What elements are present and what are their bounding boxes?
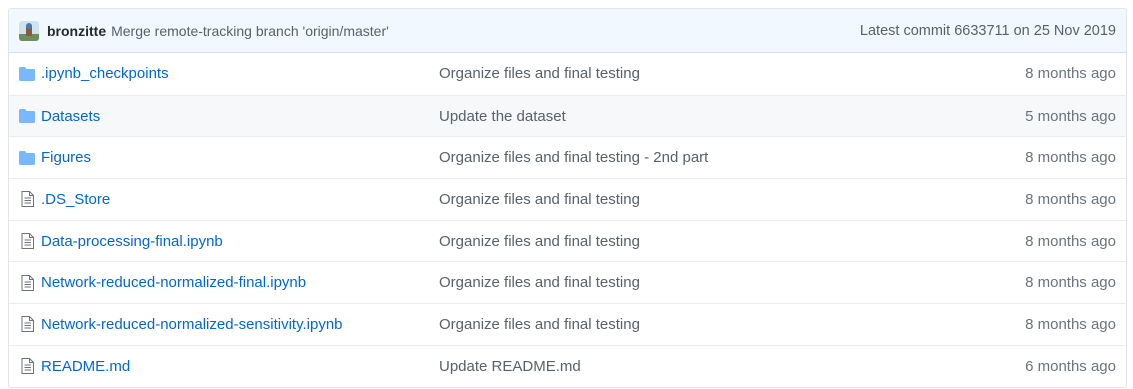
- file-list: bronzitte Merge remote-tracking branch '…: [8, 8, 1127, 388]
- file-name-cell: .DS_Store: [41, 191, 439, 208]
- avatar[interactable]: [19, 20, 39, 41]
- table-row[interactable]: Data-processing-final.ipynb Organize file…: [9, 219, 1126, 262]
- commit-message-link[interactable]: Organize files and final testing - 2nd p…: [439, 149, 956, 166]
- file-name-cell: Datasets: [41, 108, 439, 125]
- file-name-link[interactable]: Datasets: [41, 108, 100, 125]
- file-icon: [19, 191, 35, 208]
- file-icon: [19, 358, 35, 375]
- commit-message-link[interactable]: Organize files and final testing: [439, 274, 956, 291]
- commit-age: 8 months ago: [1025, 232, 1116, 250]
- commit-message-link[interactable]: Organize files and final testing: [439, 316, 956, 333]
- commit-author[interactable]: bronzitte: [47, 23, 106, 39]
- table-row[interactable]: Network-reduced-normalized-final.ipynb Or…: [9, 261, 1126, 303]
- table-row[interactable]: README.md Update README.md 6 months ago: [9, 344, 1126, 387]
- commit-age: 6 months ago: [1025, 357, 1116, 375]
- commit-age: 8 months ago: [1025, 274, 1116, 292]
- file-icon: [19, 316, 35, 333]
- commit-message-link[interactable]: Update the dataset: [439, 108, 956, 125]
- commit-message-link[interactable]: Update README.md: [439, 358, 956, 375]
- file-rows: .ipynb_checkpoints Organize files and fin…: [9, 53, 1126, 387]
- file-name-link[interactable]: .ipynb_checkpoints: [41, 65, 169, 82]
- latest-commit-bar: bronzitte Merge remote-tracking branch '…: [9, 9, 1126, 53]
- commit-age: 8 months ago: [1025, 315, 1116, 333]
- folder-icon: [19, 109, 35, 124]
- commit-age: 8 months ago: [1025, 65, 1116, 83]
- table-row[interactable]: .ipynb_checkpoints Organize files and fin…: [9, 53, 1126, 95]
- commit-age: 5 months ago: [1025, 107, 1116, 125]
- file-name-link[interactable]: Network-reduced-normalized-sensitivity.i…: [41, 316, 343, 333]
- table-row[interactable]: Figures Organize files and final testing …: [9, 136, 1126, 178]
- folder-icon: [19, 150, 35, 165]
- table-row[interactable]: Datasets Update the dataset 5 months ago: [9, 94, 1126, 137]
- folder-icon: [19, 66, 35, 81]
- file-name-link[interactable]: Data-processing-final.ipynb: [41, 233, 223, 250]
- table-row[interactable]: .DS_Store Organize files and final testin…: [9, 178, 1126, 220]
- commit-message[interactable]: Merge remote-tracking branch 'origin/mas…: [111, 23, 389, 39]
- file-name-link[interactable]: Figures: [41, 149, 91, 166]
- latest-commit-info[interactable]: Latest commit 6633711 on 25 Nov 2019: [860, 23, 1116, 39]
- file-name-cell: README.md: [41, 358, 439, 375]
- table-row[interactable]: Network-reduced-normalized-sensitivity.i…: [9, 303, 1126, 345]
- file-name-link[interactable]: Network-reduced-normalized-final.ipynb: [41, 274, 306, 291]
- commit-age: 8 months ago: [1025, 149, 1116, 167]
- commit-message-link[interactable]: Organize files and final testing: [439, 233, 956, 250]
- commit-message-link[interactable]: Organize files and final testing: [439, 65, 956, 82]
- file-name-link[interactable]: README.md: [41, 358, 130, 375]
- commit-age: 8 months ago: [1025, 190, 1116, 208]
- file-icon: [19, 274, 35, 291]
- file-name-cell: .ipynb_checkpoints: [41, 65, 439, 82]
- file-name-cell: Figures: [41, 149, 439, 166]
- file-name-link[interactable]: .DS_Store: [41, 191, 110, 208]
- file-name-cell: Data-processing-final.ipynb: [41, 233, 439, 250]
- file-name-cell: Network-reduced-normalized-final.ipynb: [41, 274, 439, 291]
- file-name-cell: Network-reduced-normalized-sensitivity.i…: [41, 316, 439, 333]
- file-icon: [19, 233, 35, 250]
- commit-message-link[interactable]: Organize files and final testing: [439, 191, 956, 208]
